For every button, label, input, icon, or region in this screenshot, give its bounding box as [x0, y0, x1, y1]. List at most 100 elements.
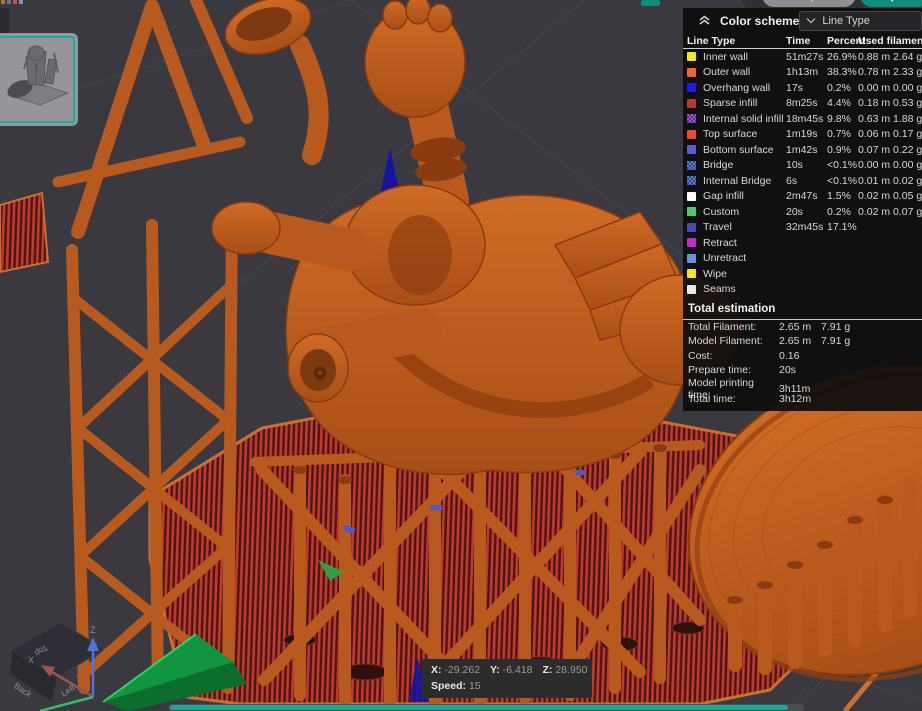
line-type-label: Overhang wall — [703, 82, 786, 94]
line-type-percent: <0.1% — [827, 175, 858, 187]
line-type-percent: 26.9% — [827, 51, 858, 63]
line-type-percent: 9.8% — [827, 113, 858, 125]
line-type-label: Seams — [703, 283, 786, 295]
line-type-percent: 0.2% — [827, 206, 858, 218]
line-type-percent: 17.1% — [827, 221, 858, 233]
line-type-color-swatch — [687, 207, 696, 216]
line-type-time: 32m45s — [786, 221, 827, 233]
line-type-color-swatch — [687, 238, 696, 247]
line-type-percent: <0.1% — [827, 159, 858, 171]
line-type-length: 0.88 m — [858, 51, 893, 63]
line-type-label: Top surface — [703, 128, 786, 140]
z-axis-label: Z — [90, 625, 96, 635]
estimation-row: Total Filament:2.65 m7.91 g — [683, 320, 922, 334]
line-type-row: Top surface1m19s0.7%0.06 m0.17 g — [683, 127, 922, 143]
line-type-color-swatch — [687, 99, 696, 108]
line-type-time: 17s — [786, 82, 827, 94]
color-scheme-panel: Color scheme Line Type Line Type Time Pe… — [683, 8, 922, 411]
estimation-row: Model printing time:3h11m — [683, 377, 922, 391]
estimation-row: Model Filament:2.65 m7.91 g — [683, 334, 922, 348]
line-type-time: 1m19s — [786, 128, 827, 140]
color-scheme-panel-header: Color scheme Line Type — [683, 8, 922, 33]
view-type-dropdown[interactable]: Line Type — [799, 11, 922, 31]
line-type-label: Internal solid infill — [703, 113, 786, 125]
line-type-length: 0.78 m — [858, 66, 893, 78]
orientation-gizmo[interactable]: Top Back Left Z X — [0, 608, 130, 711]
estimation-label: Total time: — [688, 393, 779, 405]
header-used-filament: Used filament — [858, 35, 922, 47]
line-type-label: Internal Bridge — [703, 175, 786, 187]
line-type-time: 18m45s — [786, 113, 827, 125]
slice-plate-button[interactable]: Slice plate — [762, 0, 856, 7]
line-type-color-swatch — [687, 192, 696, 201]
line-type-row: Unretract — [683, 251, 922, 267]
line-type-color-swatch — [687, 285, 696, 294]
line-type-time: 20s — [786, 206, 827, 218]
line-type-weight: 1.88 g — [893, 113, 922, 125]
estimation-label: Prepare time: — [688, 364, 779, 376]
line-type-rows: Inner wall51m27s26.9%0.88 m2.64 gOuter w… — [683, 49, 922, 297]
position-tooltip: X: -29.262Y: -6.418Z: 28.950 Speed: 15 — [422, 659, 592, 698]
tooltip-speed: Speed: 15 — [431, 678, 583, 694]
line-type-row: Retract — [683, 235, 922, 251]
export-button[interactable]: Export — [860, 0, 922, 7]
line-type-length: 0.63 m — [858, 113, 893, 125]
estimation-row: Prepare time:20s — [683, 363, 922, 377]
line-type-weight: 0.17 g — [893, 128, 922, 140]
line-type-weight: 0.00 g — [893, 159, 922, 171]
estimation-value-2: 7.91 g — [821, 335, 922, 347]
line-type-percent: 38.3% — [827, 66, 858, 78]
tooltip-coordinates: X: -29.262Y: -6.418Z: 28.950 — [431, 662, 583, 678]
plate-thumbnail-selected-border — [0, 36, 75, 123]
line-type-row: Internal solid infill18m45s9.8%0.63 m1.8… — [683, 111, 922, 127]
estimation-row: Total time:3h12m — [683, 391, 922, 405]
estimation-row: Cost:0.16 — [683, 349, 922, 363]
line-type-row: Overhang wall17s0.2%0.00 m0.00 g — [683, 80, 922, 96]
layer-slider[interactable] — [168, 704, 804, 711]
line-type-row: Custom20s0.2%0.02 m0.07 g — [683, 204, 922, 220]
estimation-label: Cost: — [688, 350, 779, 362]
estimation-value-1: 20s — [779, 364, 821, 376]
line-type-weight: 0.22 g — [893, 144, 922, 156]
header-percent: Percent — [827, 35, 858, 47]
collapsed-sidebar-tab[interactable] — [0, 8, 10, 35]
line-type-length: 0.02 m — [858, 206, 893, 218]
line-type-label: Retract — [703, 237, 786, 249]
line-type-time: 51m27s — [786, 51, 827, 63]
line-type-color-swatch — [687, 176, 696, 185]
line-type-weight: 0.53 g — [893, 97, 922, 109]
line-type-row: Inner wall51m27s26.9%0.88 m2.64 g — [683, 49, 922, 65]
line-type-label: Travel — [703, 221, 786, 233]
line-type-label: Custom — [703, 206, 786, 218]
line-type-weight: 0.02 g — [893, 175, 922, 187]
line-type-label: Inner wall — [703, 51, 786, 63]
line-type-color-swatch — [687, 83, 696, 92]
line-type-label: Wipe — [703, 268, 786, 280]
line-type-weight: 2.33 g — [893, 66, 922, 78]
layer-slider-fill — [170, 705, 788, 710]
plate-thumbnail[interactable] — [0, 33, 78, 126]
line-type-length: 0.02 m — [858, 190, 893, 202]
line-type-label: Bottom surface — [703, 144, 786, 156]
line-type-row: Outer wall1h13m38.3%0.78 m2.33 g — [683, 65, 922, 81]
line-type-color-swatch — [687, 223, 696, 232]
line-type-color-swatch — [687, 52, 696, 61]
line-type-color-swatch — [687, 269, 696, 278]
line-type-percent: 4.4% — [827, 97, 858, 109]
line-type-percent: 1.5% — [827, 190, 858, 202]
line-type-weight: 0.00 g — [893, 82, 922, 94]
collapse-panel-icon[interactable] — [698, 15, 711, 26]
line-type-length: 0.00 m — [858, 159, 893, 171]
line-type-time: 2m47s — [786, 190, 827, 202]
line-type-time: 1m42s — [786, 144, 827, 156]
line-type-row: Bridge10s<0.1%0.00 m0.00 g — [683, 158, 922, 174]
line-type-time: 10s — [786, 159, 827, 171]
line-type-time: 8m25s — [786, 97, 827, 109]
line-type-length: 0.07 m — [858, 144, 893, 156]
line-type-label: Outer wall — [703, 66, 786, 78]
line-type-row: Travel32m45s17.1% — [683, 220, 922, 236]
topleft-icon-sliver — [1, 0, 23, 5]
estimation-rows: Total Filament:2.65 m7.91 gModel Filamen… — [683, 320, 922, 406]
estimation-label: Total Filament: — [688, 321, 779, 333]
line-type-row: Bottom surface1m42s0.9%0.07 m0.22 g — [683, 142, 922, 158]
